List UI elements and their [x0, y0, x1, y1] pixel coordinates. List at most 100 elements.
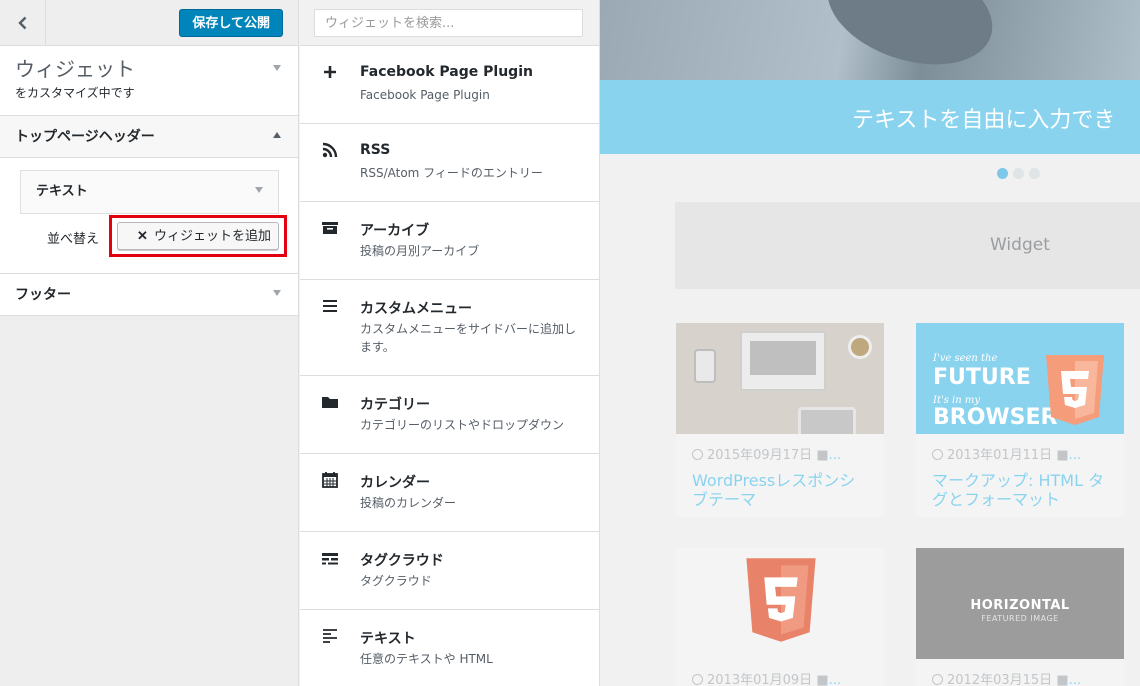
section-subtitle: をカスタマイズ中です [15, 86, 135, 100]
caret-down-icon [255, 187, 263, 193]
widget-area-title: フッター [15, 287, 71, 303]
section-title: ウィジェット [15, 57, 135, 81]
widget-option-facebook[interactable]: Facebook Page Plugin Facebook Page Plugi… [300, 46, 599, 124]
html5-logo-icon [1046, 355, 1104, 425]
widget-option-desc: 任意のテキストや HTML [360, 652, 493, 666]
clock-icon [932, 674, 943, 685]
widget-option-categories[interactable]: カテゴリー カテゴリーのリストやドロップダウン [300, 376, 599, 454]
reorder-link[interactable]: 並べ替え [47, 228, 99, 247]
thumb-text: BROWSER [933, 405, 1058, 430]
slider-caption-band: テキストを自由に入力でき [600, 80, 1140, 154]
caret-up-icon [273, 132, 281, 138]
post-category[interactable]: ... [1069, 448, 1081, 463]
thumb-text: FEATURED IMAGE [981, 614, 1059, 623]
widget-option-title: カレンダー [360, 475, 430, 491]
folder-icon: ■ [816, 448, 829, 463]
widget-option-custom-menu[interactable]: カスタムメニュー カスタムメニューをサイドバーに追加します。 [300, 280, 599, 376]
post-date: 2013年01月11日 [947, 448, 1053, 463]
post-meta: 2013年01月11日 ■... [916, 434, 1124, 463]
post-category[interactable]: ... [1069, 673, 1081, 686]
post-meta: 2015年09月17日 ■... [676, 434, 884, 463]
clock-icon [692, 449, 703, 460]
widget-search-input[interactable] [314, 9, 583, 37]
post-date: 2013年01月09日 [707, 673, 813, 686]
widget-option-desc: カスタムメニューをサイドバーに追加します。 [360, 322, 577, 354]
widget-option-desc: タグクラウド [360, 574, 432, 588]
widget-option-title: タグクラウド [360, 553, 444, 569]
widget-option-title: アーカイブ [360, 223, 430, 239]
plus-icon [324, 66, 336, 78]
html5-logo-icon [746, 558, 816, 642]
rss-icon [322, 142, 338, 158]
section-header-widgets[interactable]: ウィジェット をカスタマイズ中です [0, 46, 298, 116]
thumb-text: FUTURE [933, 365, 1031, 390]
widget-option-text[interactable]: テキスト 任意のテキストや HTML [300, 610, 599, 686]
widget-option-title: テキスト [360, 631, 416, 647]
post-title[interactable]: WordPressレスポンシブテーマ [676, 463, 884, 509]
caret-down-icon [273, 65, 281, 71]
caret-down-icon [273, 290, 281, 296]
back-button[interactable] [0, 0, 46, 45]
widget-option-title: Facebook Page Plugin [360, 64, 533, 80]
widget-area-footer[interactable]: フッター [0, 274, 298, 316]
archive-icon [322, 222, 338, 234]
post-title[interactable]: マークアップ: HTML タグとフォーマット [916, 463, 1124, 509]
widget-title: テキスト [36, 184, 88, 199]
post-card[interactable]: I've seen the FUTURE It's in my BROWSER … [916, 323, 1124, 517]
widget-option-tag-cloud[interactable]: タグクラウド タグクラウド [300, 532, 599, 610]
widget-option-desc: 投稿のカレンダー [360, 496, 457, 510]
widget-text[interactable]: テキスト [20, 170, 279, 214]
site-preview: テキストを自由に入力でき Widget 2015年09月17日 ■... Wor… [600, 0, 1140, 686]
preview-widget-label: Widget [990, 235, 1050, 255]
post-category[interactable]: ... [829, 673, 841, 686]
close-icon: ✕ [137, 228, 148, 243]
chevron-left-icon [17, 16, 26, 29]
post-card[interactable]: 2015年09月17日 ■... WordPressレスポンシブテーマ [676, 323, 884, 517]
post-date: 2012年03月15日 [947, 673, 1053, 686]
widget-option-title: カテゴリー [360, 397, 430, 413]
widget-area-top-header[interactable]: トップページヘッダー [0, 116, 298, 158]
post-thumbnail-horizontal: HORIZONTAL FEATURED IMAGE [916, 548, 1124, 659]
post-date: 2015年09月17日 [707, 448, 813, 463]
widget-option-rss[interactable]: RSS RSS/Atom フィードのエントリー [300, 124, 599, 202]
slider-dot-active[interactable] [997, 168, 1008, 179]
available-widgets-panel: Facebook Page Plugin Facebook Page Plugi… [300, 0, 600, 686]
widget-option-desc: カテゴリーのリストやドロップダウン [360, 418, 565, 432]
slider-dot[interactable] [1013, 168, 1024, 179]
widget-option-title: カスタムメニュー [360, 301, 472, 317]
folder-icon: ■ [1056, 673, 1069, 686]
widget-option-desc: 投稿の月別アーカイブ [360, 244, 480, 258]
clock-icon [692, 674, 703, 685]
text-icon [323, 629, 337, 643]
hero-image [600, 0, 1140, 80]
thumb-text: HORIZONTAL [970, 598, 1070, 613]
tag-cloud-icon [322, 553, 338, 565]
widget-option-desc: RSS/Atom フィードのエントリー [360, 166, 543, 180]
slider-dot[interactable] [1029, 168, 1040, 179]
post-thumbnail-desk [676, 323, 884, 434]
preview-widget-area: Widget [675, 202, 1140, 289]
add-widget-label: ウィジェットを追加 [153, 228, 271, 243]
add-widget-button[interactable]: ✕ ウィジェットを追加 [117, 222, 279, 250]
post-meta: 2012年03月15日 ■... [916, 659, 1124, 686]
save-publish-button[interactable]: 保存して公開 [179, 9, 283, 37]
folder-icon: ■ [816, 673, 829, 686]
calendar-icon [322, 472, 338, 488]
post-thumbnail-html5: I've seen the FUTURE It's in my BROWSER [916, 323, 1124, 434]
post-thumbnail-html5 [676, 548, 884, 659]
widget-option-desc: Facebook Page Plugin [360, 88, 490, 102]
widget-option-archive[interactable]: アーカイブ 投稿の月別アーカイブ [300, 202, 599, 280]
post-meta: 2013年01月09日 ■... [676, 659, 884, 686]
post-card[interactable]: 2013年01月09日 ■... [676, 548, 884, 686]
post-card[interactable]: HORIZONTAL FEATURED IMAGE 2012年03月15日 ■.… [916, 548, 1124, 686]
widget-option-title: RSS [360, 142, 391, 158]
widget-search-bar [300, 0, 599, 46]
folder-icon [322, 397, 338, 408]
widget-option-calendar[interactable]: カレンダー 投稿のカレンダー [300, 454, 599, 532]
post-category[interactable]: ... [829, 448, 841, 463]
slider-dots [997, 168, 1040, 179]
thumb-text: I've seen the [933, 353, 998, 364]
widget-area-title: トップページヘッダー [15, 129, 155, 145]
menu-icon [323, 300, 337, 312]
clock-icon [932, 449, 943, 460]
